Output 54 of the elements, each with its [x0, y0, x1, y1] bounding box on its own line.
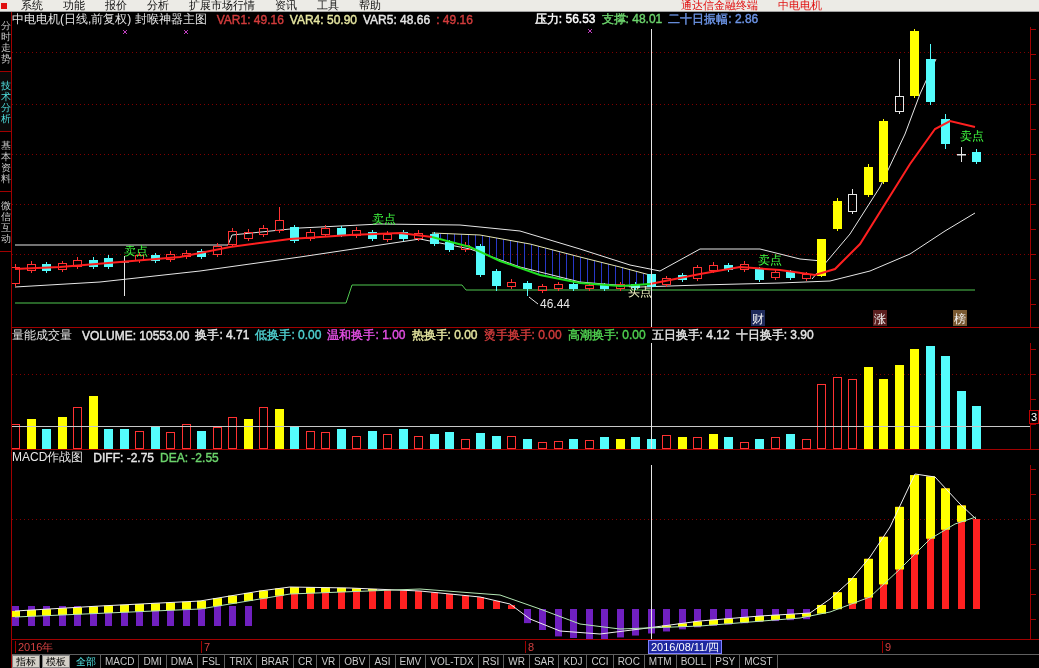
cross-mark-icon [122, 29, 128, 35]
cross-mark-icon [587, 28, 593, 34]
buy-signal-label: 买点 [628, 285, 652, 299]
event-marker: 涨 [873, 310, 887, 326]
event-marker: 榜 [953, 310, 967, 326]
month-label: 2016年 [15, 641, 54, 653]
menu-item[interactable]: 报价 [95, 0, 137, 11]
menu-item[interactable]: 工具 [307, 0, 349, 11]
indicator-readout: VAR5: 48.66 [363, 12, 431, 27]
menu-item[interactable]: 分析 [137, 0, 179, 11]
sell-signal-label: 卖点 [758, 253, 782, 267]
chart-title: 量能成交量 [12, 327, 72, 344]
indicator-readout: 烫手换手: 0.00 [483, 327, 562, 344]
indicator-readout: VAR1: 49.16 [216, 12, 284, 27]
indicator-readout: 十日换手: 3.90 [735, 327, 814, 344]
indicator-readout: VAR4: 50.90 [289, 12, 357, 27]
menu-item[interactable]: 扩展市场行情 [179, 0, 265, 11]
tool-button[interactable]: 指标 [12, 655, 40, 668]
indicator-readout: 低换手: 0.00 [255, 327, 322, 344]
indicator-readout: 温和换手: 1.00 [327, 327, 406, 344]
level-readout: 二十日振幅: 2.86 [668, 11, 759, 28]
indicator-readout: 换手: 4.71 [195, 327, 250, 344]
menu-item[interactable]: 资讯 [265, 0, 307, 11]
indicator-readout: DIFF: -2.75 [93, 450, 155, 465]
indicator-readout: : 49.16 [436, 12, 473, 27]
menu-item[interactable]: 功能 [53, 0, 95, 11]
month-label: 9 [882, 641, 892, 653]
indicator-readout: DEA: -2.55 [160, 450, 219, 465]
level-readout: 支撑: 48.01 [601, 11, 663, 28]
axis-value-label: 3 [1028, 410, 1039, 424]
cross-mark-icon [183, 29, 189, 35]
low-price-label: 46.44 [540, 297, 571, 311]
menu-item[interactable]: 帮助 [349, 0, 391, 11]
month-label: 8 [525, 641, 535, 653]
sell-signal-label: 卖点 [124, 244, 148, 258]
window-title: 通达信金融终端 [681, 0, 758, 11]
month-label: 7 [201, 641, 211, 653]
stock-name-title: 中电电机 [778, 0, 822, 11]
sell-signal-label: 卖点 [372, 212, 396, 226]
cursor-date-label: 2016/08/11/四 [648, 640, 723, 654]
sell-signal-label: 卖点 [960, 129, 984, 143]
indicator-readout: 高潮换手: 0.00 [567, 327, 646, 344]
level-readout: 压力: 56.53 [534, 11, 596, 28]
event-marker: 财 [751, 310, 765, 326]
indicator-readout: 五日换手: 4.12 [651, 327, 730, 344]
side-tab[interactable]: 技术分析 [0, 72, 11, 132]
app-icon [1, 2, 7, 9]
indicator-readout: 热换手: 0.00 [411, 327, 478, 344]
chart-title: MACD作战图 [12, 449, 84, 466]
tool-button[interactable]: 模板 [42, 655, 70, 668]
chart-title: 中电电机(日线,前复权) 封喉神器主图 [12, 11, 207, 28]
menu-item[interactable]: 系统 [11, 0, 53, 11]
indicator-readout: VOLUME: 10553.00 [82, 328, 190, 343]
leader-line [528, 296, 539, 305]
